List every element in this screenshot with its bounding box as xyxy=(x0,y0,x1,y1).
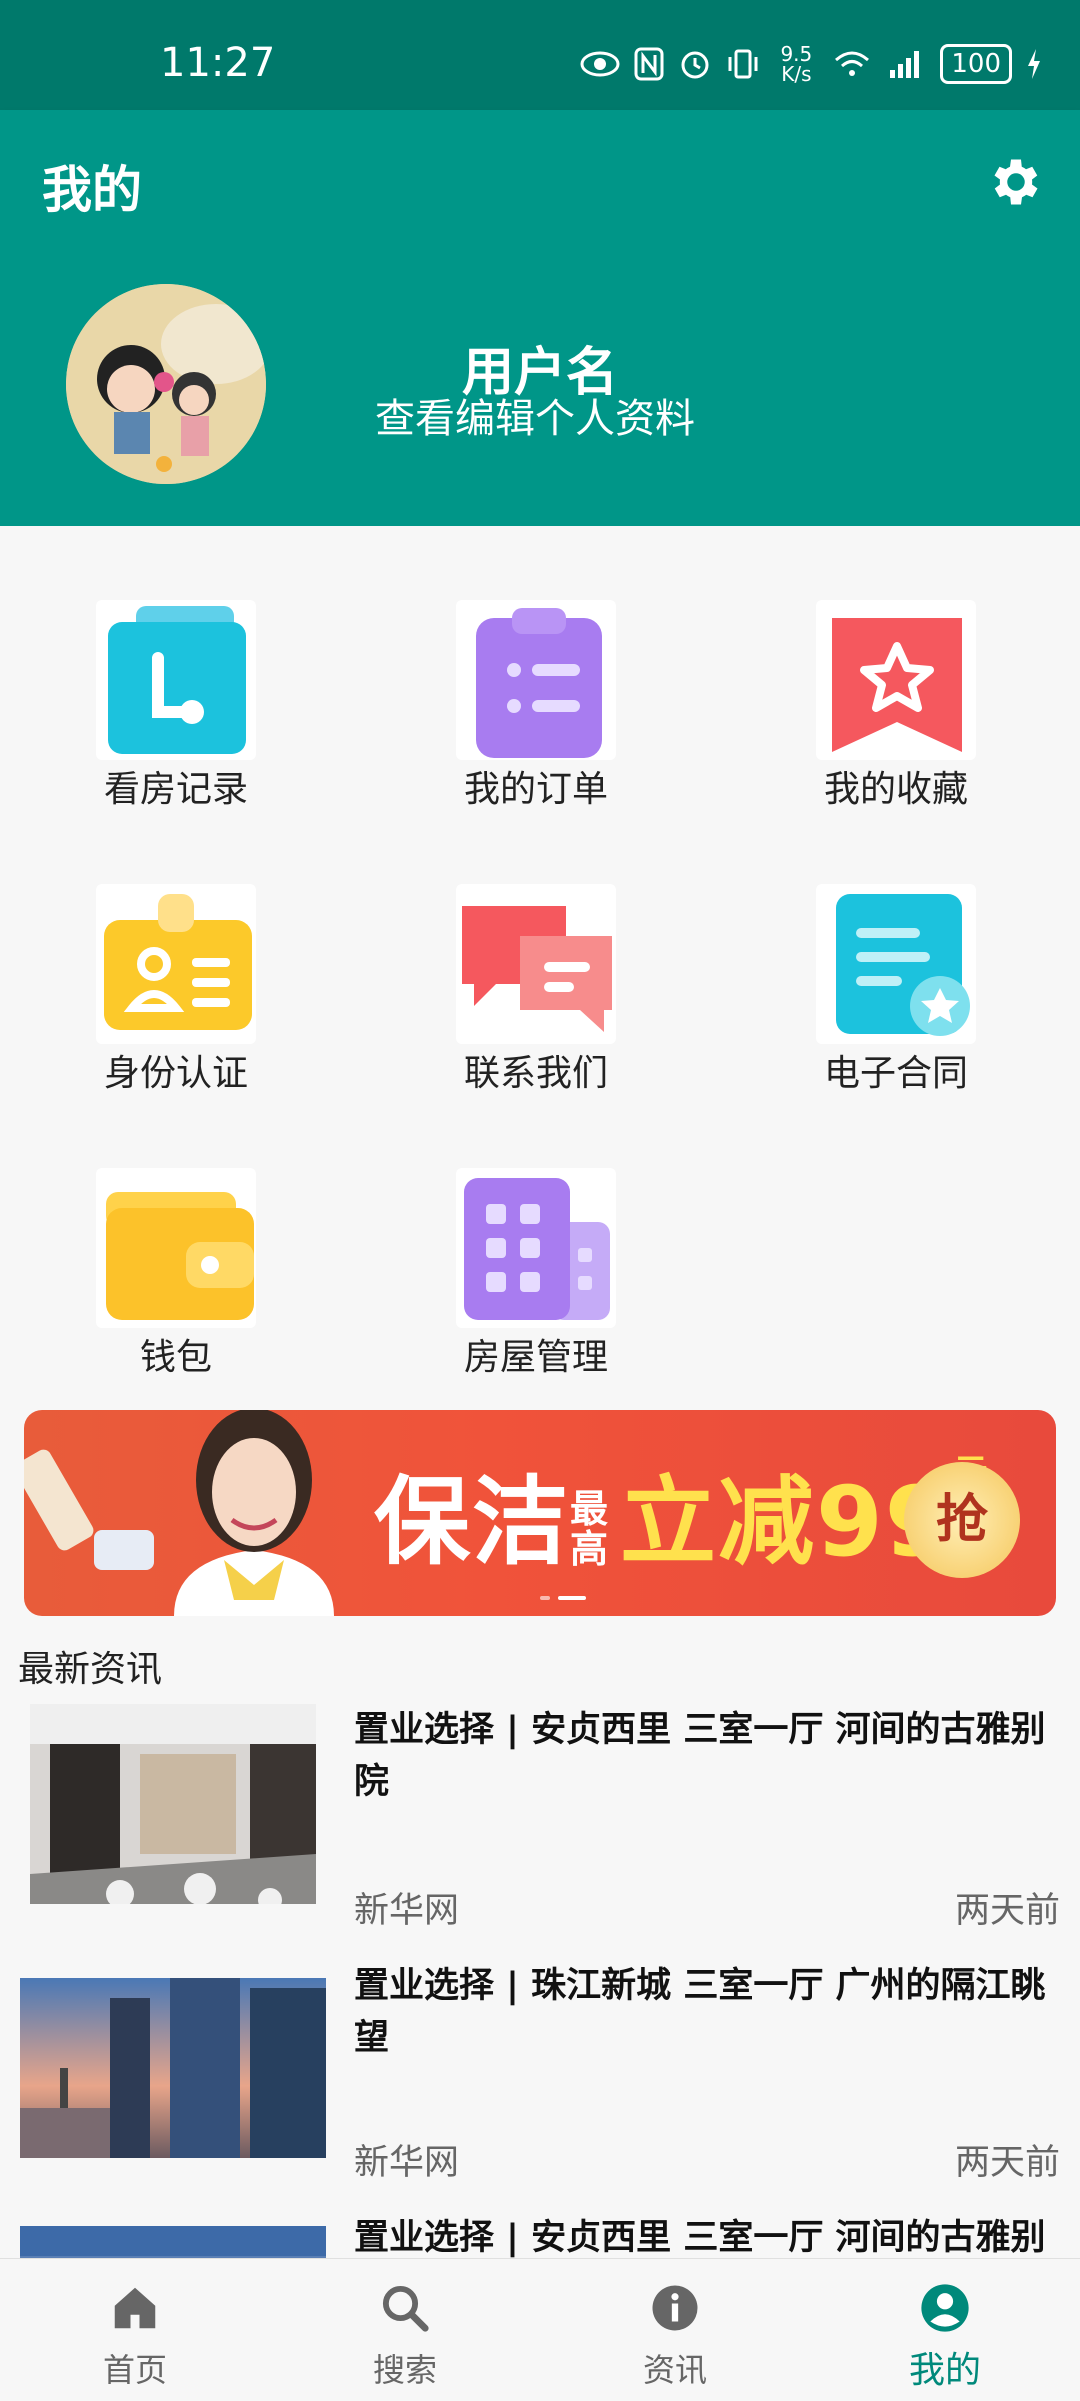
edit-profile-link[interactable]: 查看编辑个人资料 xyxy=(0,386,1070,444)
menu-item-e-contract[interactable]: 电子合同 xyxy=(758,884,998,1094)
status-icons: 9.5 K/s 100 xyxy=(580,44,1042,84)
grab-button[interactable]: 抢 xyxy=(904,1462,1020,1578)
news-thumbnail xyxy=(20,1978,326,2158)
feature-grid: 看房记录 我的订单 我的收藏 身份认证 联系我们 电子合同 钱包 房屋管理 xyxy=(0,526,1080,1396)
star-bookmark-icon xyxy=(816,600,976,760)
menu-item-identity-verification[interactable]: 身份认证 xyxy=(38,884,278,1094)
nfc-icon xyxy=(634,47,664,81)
carousel-indicator xyxy=(540,1596,586,1600)
menu-item-label: 看房记录 xyxy=(103,769,248,810)
promo-text: 保洁最高立减99元 xyxy=(374,1444,990,1583)
page-title: 我的 xyxy=(42,161,142,219)
alarm-icon xyxy=(681,51,709,79)
clock-icon xyxy=(96,600,256,760)
news-time: 两天前 xyxy=(954,2143,1060,2183)
menu-item-label: 电子合同 xyxy=(823,1053,968,1094)
status-bar: 11:27 9.5 K/s 100 xyxy=(0,0,1080,110)
news-headline: 置业选择 | 安贞西里 三室一厅 河间的古雅别院 xyxy=(354,1710,1046,1802)
menu-item-wallet[interactable]: 钱包 xyxy=(38,1168,278,1378)
home-icon xyxy=(114,2287,156,2329)
tab-label: 搜索 xyxy=(372,2351,437,2389)
menu-item-my-orders[interactable]: 我的订单 xyxy=(398,600,638,810)
bottom-navigation: 首页 搜索 资讯 我的 xyxy=(0,2258,1080,2401)
menu-item-label: 我的订单 xyxy=(463,769,608,810)
tab-profile[interactable]: 我的 xyxy=(810,2259,1080,2401)
contract-icon xyxy=(816,884,976,1044)
menu-item-label: 我的收藏 xyxy=(823,769,968,810)
tab-news[interactable]: 资讯 xyxy=(540,2259,810,2401)
promo-text-a: 保洁 xyxy=(374,1466,570,1578)
charging-icon xyxy=(1028,49,1040,79)
menu-item-label: 钱包 xyxy=(139,1337,212,1378)
news-thumbnail xyxy=(20,2226,326,2258)
promo-text-small: 最高 xyxy=(570,1486,611,1571)
chat-bubbles-icon xyxy=(456,884,616,1044)
banner-person-illustration xyxy=(24,1410,334,1616)
info-icon xyxy=(652,2285,698,2331)
tab-home[interactable]: 首页 xyxy=(0,2259,270,2401)
battery-indicator: 100 xyxy=(940,44,1012,84)
menu-item-label: 房屋管理 xyxy=(463,1337,608,1378)
menu-item-label: 联系我们 xyxy=(463,1053,608,1094)
vibrate-icon xyxy=(728,49,758,79)
wifi-icon xyxy=(835,51,870,76)
news-headline: 置业选择 | 珠江新城 三室一厅 广州的隔江眺望 xyxy=(354,1966,1046,2058)
tab-search[interactable]: 搜索 xyxy=(270,2259,540,2401)
news-item[interactable]: 置业选择 | 安贞西里 三室一厅 河间的古雅别 xyxy=(0,2212,1080,2258)
news-time: 两天前 xyxy=(954,1891,1060,1931)
id-card-icon xyxy=(96,884,256,1044)
menu-item-contact-us[interactable]: 联系我们 xyxy=(398,884,638,1094)
menu-item-property-management[interactable]: 房屋管理 xyxy=(398,1168,638,1378)
tab-label: 资讯 xyxy=(642,2351,707,2389)
news-item[interactable]: 置业选择 | 安贞西里 三室一厅 河间的古雅别院 新华网 两天前 xyxy=(0,1704,1080,1934)
building-icon xyxy=(456,1168,616,1328)
status-time: 11:27 xyxy=(160,40,276,86)
menu-item-label: 身份认证 xyxy=(103,1053,248,1094)
menu-item-my-favorites[interactable]: 我的收藏 xyxy=(758,600,998,810)
clipboard-list-icon xyxy=(456,600,616,760)
tab-label: 首页 xyxy=(102,2351,167,2389)
search-icon xyxy=(382,2285,429,2332)
news-source: 新华网 xyxy=(354,1891,460,1931)
promo-banner[interactable]: 保洁最高立减99元 抢 xyxy=(24,1410,1056,1616)
news-section-title: 最新资讯 xyxy=(18,1649,163,1690)
signal-icon xyxy=(890,51,920,78)
net-speed: 9.5 K/s xyxy=(780,42,813,86)
person-icon xyxy=(921,2284,969,2332)
profile-header[interactable]: 用户名 查看编辑个人资料 xyxy=(0,254,1080,526)
tab-label: 我的 xyxy=(908,2350,981,2391)
news-source: 新华网 xyxy=(354,2143,460,2183)
gear-icon[interactable] xyxy=(986,152,1046,212)
news-thumbnail xyxy=(30,1704,316,1904)
menu-item-viewing-history[interactable]: 看房记录 xyxy=(38,600,278,810)
news-headline: 置业选择 | 安贞西里 三室一厅 河间的古雅别 xyxy=(354,2218,1046,2258)
wallet-icon xyxy=(96,1168,256,1328)
eye-icon xyxy=(580,51,620,77)
app-bar: 我的 xyxy=(0,110,1080,254)
news-item[interactable]: 置业选择 | 珠江新城 三室一厅 广州的隔江眺望 新华网 两天前 xyxy=(0,1960,1080,2190)
